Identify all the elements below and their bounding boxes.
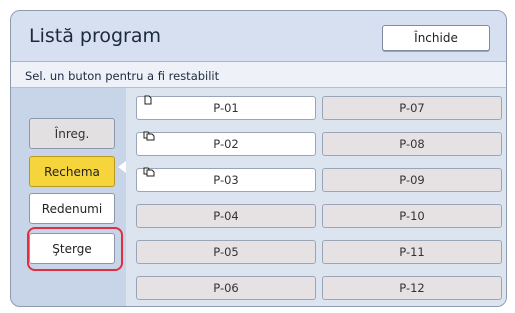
program-label: P-09 — [399, 173, 425, 187]
close-button[interactable]: Închide — [382, 25, 490, 51]
window-title: Listă program — [29, 25, 161, 47]
selection-pointer — [118, 161, 126, 173]
program-label: P-04 — [213, 209, 239, 223]
program-button-p07[interactable]: P-07 — [322, 96, 502, 120]
program-button-p11[interactable]: P-11 — [322, 240, 502, 264]
program-label: P-10 — [399, 209, 425, 223]
program-label: P-07 — [399, 101, 425, 115]
program-label: P-05 — [213, 245, 239, 259]
program-label: P-03 — [213, 173, 239, 187]
program-grid — [126, 88, 506, 306]
program-button-p09[interactable]: P-09 — [322, 168, 502, 192]
program-button-p04[interactable]: P-04 — [136, 204, 316, 228]
delete-button[interactable]: Şterge — [29, 233, 115, 264]
program-label: P-01 — [213, 101, 239, 115]
program-button-p08[interactable]: P-08 — [322, 132, 502, 156]
single-page-icon — [144, 95, 152, 105]
title-bar: Listă program Închide — [11, 11, 506, 62]
program-label: P-11 — [399, 245, 425, 259]
program-list-window: Listă program Închide Sel. un buton pent… — [10, 10, 507, 307]
program-label: P-06 — [213, 281, 239, 295]
program-label: P-02 — [213, 137, 239, 151]
program-label: P-12 — [399, 281, 425, 295]
recall-button[interactable]: Rechema — [29, 156, 115, 187]
instruction-text: Sel. un buton pentru a fi restabilit — [11, 62, 506, 88]
multi-page-icon — [143, 131, 155, 141]
program-button-p03[interactable]: P-03 — [136, 167, 316, 192]
rename-button[interactable]: Redenumi — [29, 193, 115, 224]
program-button-p10[interactable]: P-10 — [322, 204, 502, 228]
program-button-p06[interactable]: P-06 — [136, 276, 316, 300]
multi-page-icon — [143, 167, 155, 177]
program-button-p12[interactable]: P-12 — [322, 276, 502, 300]
program-button-p05[interactable]: P-05 — [136, 240, 316, 264]
program-label: P-08 — [399, 137, 425, 151]
register-button[interactable]: Înreg. — [29, 118, 115, 149]
program-button-p01[interactable]: P-01 — [136, 95, 316, 120]
program-button-p02[interactable]: P-02 — [136, 131, 316, 156]
